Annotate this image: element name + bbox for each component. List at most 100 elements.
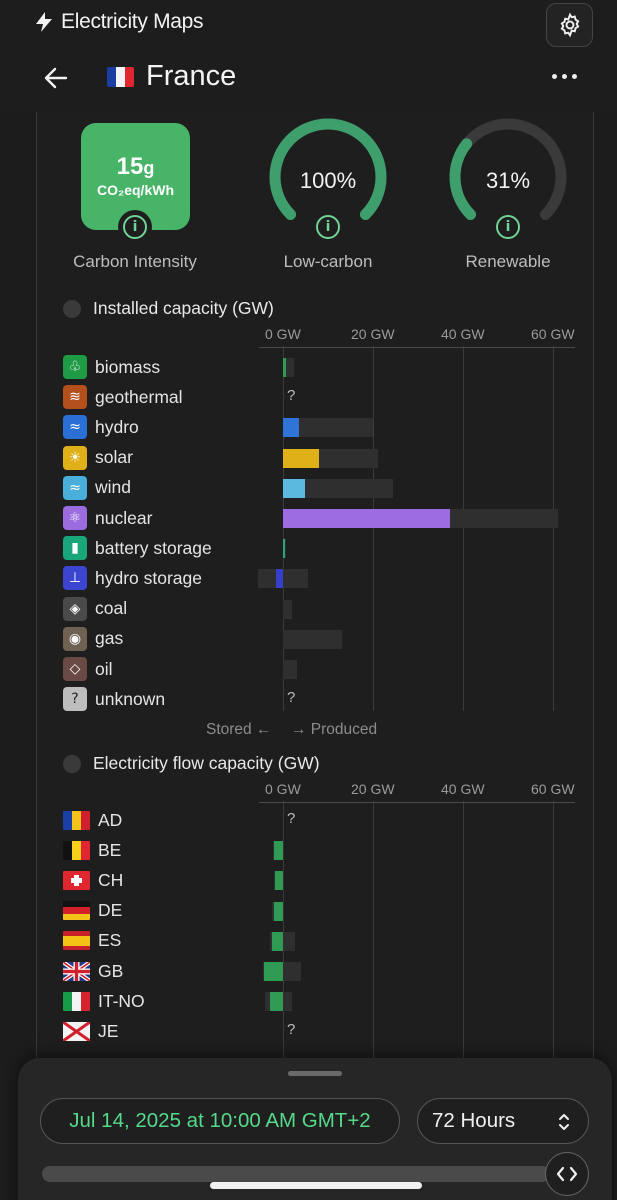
flow-capacity-title[interactable]: Electricity flow capacity (GW) (63, 753, 320, 774)
renewable-label: Renewable (465, 252, 551, 271)
home-indicator (210, 1182, 422, 1189)
heat-waves-icon: ≋ (63, 385, 87, 410)
capacity-row-geothermal: ≋ geothermal (63, 385, 183, 410)
capacity-bar (283, 660, 297, 679)
low-carbon-label: Low-carbon (283, 252, 373, 271)
capacity-row-gas: ◉ gas (63, 626, 123, 651)
axis-tick-label: 60 GW (531, 326, 575, 342)
stored-label: Stored ← (206, 721, 272, 738)
axis-tick-label: 60 GW (531, 781, 575, 797)
export-bar (272, 931, 283, 951)
capacity-row-wind: ≈ wind (63, 475, 131, 500)
zone-details-panel[interactable]: 15g CO₂eq/kWh i Carbon Intensity 100% i … (36, 112, 594, 1072)
axis-tick-label: 20 GW (351, 781, 395, 797)
flow-row-ch: CH (63, 868, 123, 892)
produced-label: → Produced (291, 721, 378, 738)
source-name: battery storage (95, 537, 212, 558)
axis-tick-label: 20 GW (351, 326, 395, 342)
sun-icon: ☀ (63, 445, 87, 470)
installed-capacity-title[interactable]: Installed capacity (GW) (63, 298, 274, 319)
andorra-flag-icon (63, 810, 90, 830)
production-bar (283, 509, 450, 528)
export-bar (274, 841, 283, 861)
source-name: solar (95, 447, 133, 468)
timeline-slider-track[interactable] (42, 1166, 550, 1182)
switzerland-flag-icon (63, 870, 90, 890)
flame-icon: ◉ (63, 626, 87, 651)
axis-gridline (373, 346, 374, 712)
time-range-select[interactable]: 72 Hours (417, 1098, 589, 1144)
belgium-flag-icon (63, 840, 90, 860)
coal-drop-icon: ◈ (63, 596, 87, 621)
flow-row-be: BE (63, 838, 121, 862)
flow-row-de: DE (63, 899, 122, 923)
axis-tick-label: 0 GW (265, 781, 301, 797)
battery-icon: ▮ (63, 536, 87, 561)
timeline-slider-handle[interactable] (545, 1152, 589, 1196)
low-carbon-info-icon[interactable]: i (311, 210, 345, 244)
capacity-row-nuclear: ⚛ nuclear (63, 506, 152, 530)
carbon-intensity-label: Carbon Intensity (73, 252, 197, 271)
app-title: Electricity Maps (61, 10, 204, 33)
production-bar (283, 539, 285, 559)
lightning-icon (36, 12, 52, 32)
time-controller-sheet: Jul 14, 2025 at 10:00 AM GMT+2 72 Hours (18, 1058, 612, 1200)
back-button[interactable] (44, 64, 70, 92)
source-name: coal (95, 598, 128, 619)
axis-gridline (373, 801, 374, 1072)
section-toggle-icon (63, 754, 81, 773)
source-name: hydro (95, 416, 139, 437)
atom-icon: ⚛ (63, 506, 87, 530)
zone-code: DE (98, 900, 123, 921)
capacity-row-battery-storage: ▮ battery storage (63, 536, 212, 561)
production-bar (283, 358, 286, 377)
zone-code: JE (98, 1020, 119, 1041)
italy-flag-icon (63, 991, 90, 1011)
zone-code: BE (98, 839, 122, 860)
export-bar (269, 992, 283, 1012)
axis-tick-label: 40 GW (441, 781, 485, 797)
carbon-intensity-info-icon[interactable]: i (118, 210, 152, 244)
chevron-up-down-icon (559, 1114, 569, 1130)
flow-capacity-title-text: Electricity flow capacity (GW) (93, 753, 320, 773)
production-bar (276, 569, 283, 589)
arrow-left-icon (44, 67, 68, 89)
unknown-value: ? (287, 387, 296, 405)
water-icon: ≈ (63, 415, 87, 440)
capacity-row-biomass: ♧ biomass (63, 355, 160, 379)
datetime-button[interactable]: Jul 14, 2025 at 10:00 AM GMT+2 (40, 1098, 400, 1144)
axis-gridline (463, 801, 464, 1072)
axis-gridline (463, 346, 464, 712)
more-options-button[interactable] (552, 74, 577, 79)
flow-row-ad: AD (63, 808, 122, 832)
axis-gridline (283, 346, 284, 712)
flow-row-je: JE (63, 1019, 118, 1043)
capacity-row-hydro-storage: ⊥ hydro storage (63, 566, 202, 591)
axis-gridline (553, 346, 554, 712)
france-flag-icon (107, 67, 134, 87)
app-logo[interactable]: Electricity Maps (34, 10, 204, 34)
zone-title: France (146, 60, 237, 92)
axis-tick-label: 40 GW (441, 326, 485, 342)
flow-row-it-no: IT-NO (63, 989, 145, 1013)
app-header: Electricity Maps (0, 0, 617, 50)
renewable-value: 31% (485, 168, 531, 193)
source-name: wind (95, 477, 131, 498)
zone-code: CH (98, 869, 124, 890)
capacity-row-solar: ☀ solar (63, 445, 133, 470)
source-name: oil (95, 658, 113, 679)
zone-code: ES (98, 930, 122, 951)
renewable-info-icon[interactable]: i (491, 210, 525, 244)
carbon-intensity-unit-suffix: g (143, 158, 155, 178)
capacity-bar (258, 569, 308, 589)
carbon-intensity-unit: CO₂eq/kWh (97, 182, 174, 198)
code-arrows-icon (556, 1166, 578, 1182)
capacity-row-unknown: ? unknown (63, 687, 165, 712)
germany-flag-icon (63, 901, 90, 921)
sheet-drag-handle[interactable] (288, 1071, 342, 1076)
source-name: nuclear (95, 507, 153, 528)
capacity-bar (283, 629, 342, 649)
settings-button[interactable] (546, 3, 593, 47)
low-carbon-value: 100% (299, 168, 357, 193)
capacity-bar (283, 599, 292, 619)
